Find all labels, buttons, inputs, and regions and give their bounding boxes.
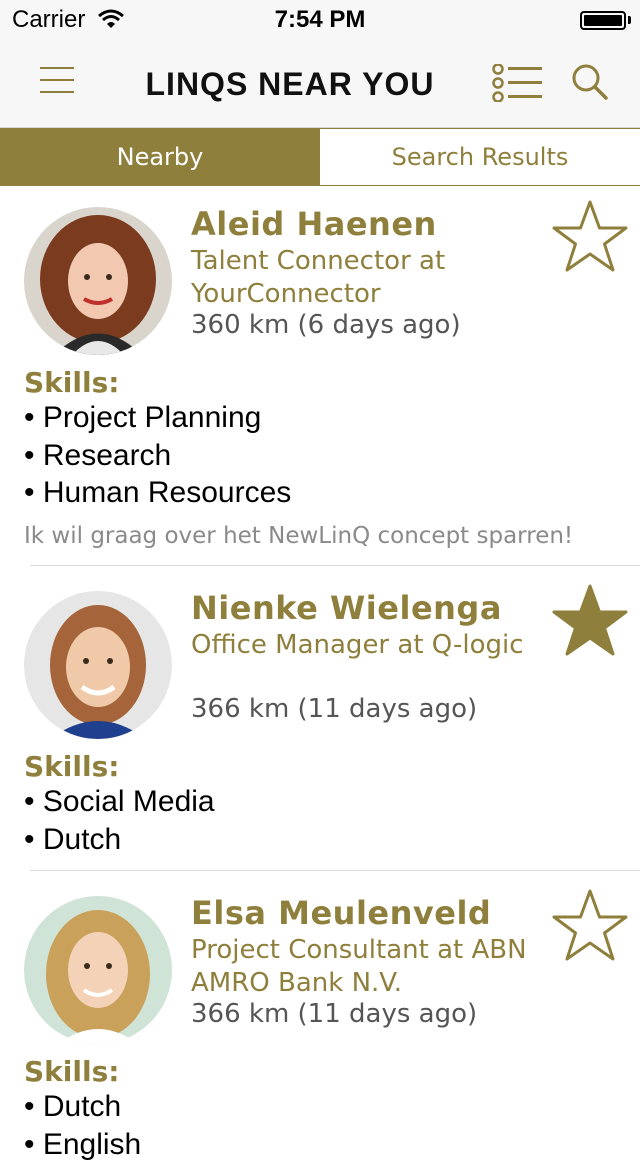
status-bar: Carrier 7:54 PM — [0, 0, 640, 40]
skills-list: Dutch English — [24, 1088, 141, 1163]
person-distance: 366 km (11 days ago) — [191, 999, 477, 1029]
skill-item: Project Planning — [24, 399, 291, 437]
skill-item: Social Media — [24, 783, 215, 821]
skill-item: English — [24, 1126, 141, 1163]
skill-item: Dutch — [24, 821, 215, 859]
person-card[interactable]: Aleid Haenen Talent Connector at YourCon… — [0, 186, 640, 566]
person-distance: 366 km (11 days ago) — [191, 694, 477, 724]
segmented-tabs: Nearby Search Results — [0, 128, 640, 186]
search-icon[interactable] — [570, 62, 610, 102]
star-filled-icon[interactable] — [552, 582, 628, 658]
person-role: Project Consultant at ABN AMRO Bank N.V. — [191, 934, 546, 1000]
person-message: Ik wil graag over het NewLinQ concept sp… — [24, 523, 573, 549]
star-outline-icon[interactable] — [552, 198, 628, 274]
person-distance: 360 km (6 days ago) — [191, 310, 461, 340]
person-name: Nienke Wielenga — [191, 589, 502, 627]
skill-item: Research — [24, 437, 291, 475]
status-time: 7:54 PM — [0, 6, 640, 34]
navigation-bar: LINQS NEAR YOU — [0, 40, 640, 128]
list-icon[interactable] — [492, 64, 544, 102]
person-card[interactable]: Nienke Wielenga Office Manager at Q-logi… — [0, 566, 640, 871]
skills-heading: Skills: — [24, 1055, 119, 1088]
battery-tip — [628, 16, 631, 24]
skills-list: Project Planning Research Human Resource… — [24, 399, 291, 512]
tab-search-results[interactable]: Search Results — [320, 129, 640, 185]
skill-item: Dutch — [24, 1088, 141, 1126]
person-name: Aleid Haenen — [191, 205, 437, 243]
battery-icon — [580, 11, 626, 30]
avatar — [24, 896, 172, 1044]
skills-heading: Skills: — [24, 750, 119, 783]
person-role: Office Manager at Q-logic — [191, 629, 546, 662]
skills-heading: Skills: — [24, 366, 119, 399]
person-card[interactable]: Elsa Meulenveld Project Consultant at AB… — [0, 871, 640, 1136]
star-outline-icon[interactable] — [552, 887, 628, 963]
skills-list: Social Media Dutch — [24, 783, 215, 858]
person-name: Elsa Meulenveld — [191, 894, 491, 932]
person-role: Talent Connector at YourConnector — [191, 245, 546, 311]
avatar — [24, 591, 172, 739]
skill-item: Human Resources — [24, 474, 291, 512]
avatar — [24, 207, 172, 355]
tab-nearby[interactable]: Nearby — [0, 129, 320, 185]
